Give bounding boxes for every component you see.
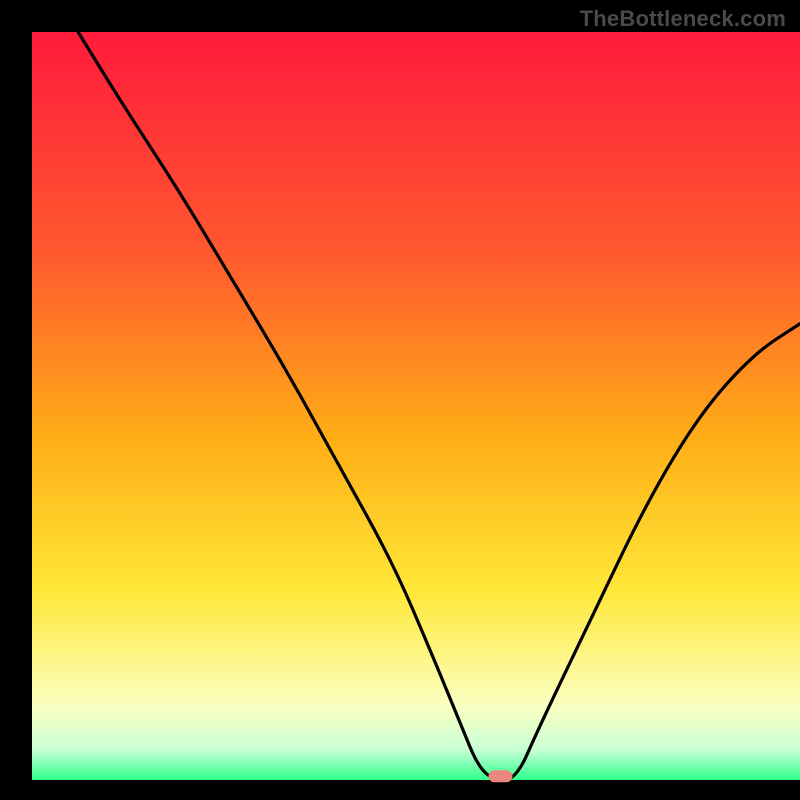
chart-stage: TheBottleneck.com bbox=[0, 0, 800, 800]
optimal-point-marker bbox=[488, 770, 512, 782]
watermark-text: TheBottleneck.com bbox=[580, 6, 786, 32]
bottleneck-chart bbox=[0, 0, 800, 800]
